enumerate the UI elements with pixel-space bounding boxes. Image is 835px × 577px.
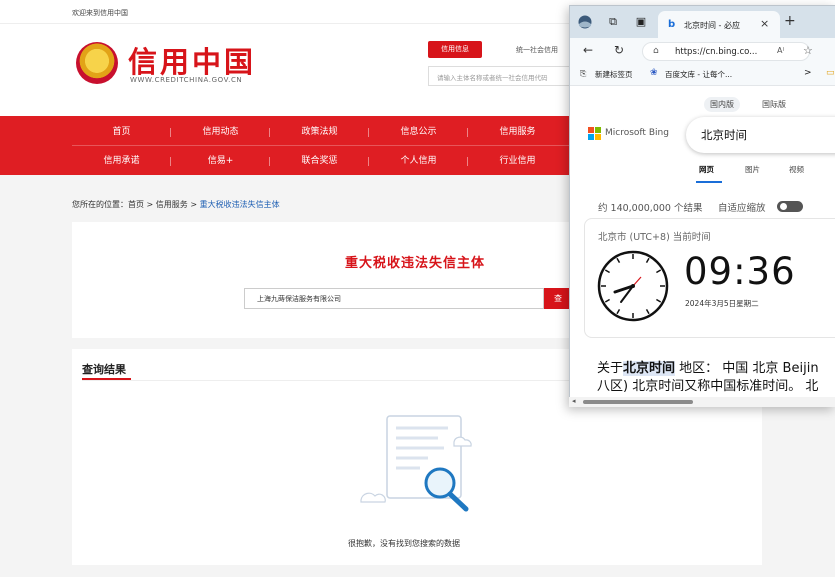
site-search-input[interactable]: 请输入主体名称或者统一社会信用代码 — [428, 66, 588, 86]
query-input[interactable]: 上海九蒔保洁服务有限公司 — [244, 288, 544, 309]
nav-item[interactable]: 首页 — [72, 118, 171, 146]
address-bar[interactable]: ⌂ https://cn.bing.co... A⁾ ☆ — [642, 42, 813, 61]
empty-result-illustration-icon — [360, 415, 472, 512]
breadcrumb-prefix: 您所在的位置： — [72, 200, 128, 209]
profile-avatar-icon[interactable] — [578, 15, 592, 29]
breadcrumb-service[interactable]: 信用服务 — [156, 200, 188, 209]
edge-browser-window[interactable]: ⧉ ▣ b 北京时间 - 必应 × + ← ↻ ⌂ https://cn.bin… — [569, 5, 835, 407]
favorite-baidu-wenku[interactable]: 百度文库 - 让每个... — [665, 69, 732, 80]
site-logo-url: WWW.CREDITCHINA.GOV.CN — [130, 76, 243, 84]
baidu-paw-icon: ❀ — [650, 68, 658, 78]
empty-result-text: 很抱歉，没有找到您搜索的数据 — [348, 539, 460, 548]
favorite-new-tab[interactable]: 新建标签页 — [595, 69, 633, 80]
favorites-more-icon[interactable]: > — [804, 68, 812, 78]
read-aloud-icon[interactable]: A⁾ — [777, 46, 784, 55]
national-emblem-icon[interactable] — [76, 42, 118, 84]
credit-china-page: 欢迎来到信用中国 信用中国 WWW.CREDITCHINA.GOV.CN 信用信… — [0, 0, 835, 577]
bing-results-page — [570, 87, 835, 406]
search-tab-credit-info[interactable]: 信用信息 — [428, 41, 482, 58]
nav-row-1: 首页 信用动态 政策法规 信息公示 信用服务 — [72, 118, 572, 146]
workspaces-icon[interactable]: ⧉ — [606, 15, 620, 29]
nav-item[interactable]: 行业信用 — [468, 147, 567, 175]
nav-item[interactable]: 个人信用 — [369, 147, 468, 175]
nav-item[interactable]: 联合奖惩 — [270, 147, 369, 175]
breadcrumb-sep: > — [144, 200, 156, 209]
folder-icon[interactable]: ▭ — [826, 68, 835, 78]
breadcrumb-current[interactable]: 重大税收违法失信主体 — [200, 200, 280, 209]
site-logo-title[interactable]: 信用中国 — [128, 39, 256, 81]
query-title: 重大税收违法失信主体 — [345, 256, 486, 271]
back-icon[interactable]: ← — [583, 43, 593, 57]
nav-divider — [72, 145, 572, 146]
breadcrumb-home[interactable]: 首页 — [128, 200, 144, 209]
browser-tab-bar: ⧉ ▣ b 北京时间 - 必应 × + — [570, 6, 835, 38]
search-tab-unified-code[interactable]: 统一社会信用 — [516, 45, 558, 55]
nav-item[interactable]: 信易+ — [171, 147, 270, 175]
address-bar-url: https://cn.bing.co... — [675, 47, 758, 57]
result-title: 查询结果 — [82, 363, 126, 376]
browser-tab-active[interactable]: b 北京时间 - 必应 × — [658, 11, 780, 38]
refresh-icon[interactable]: ↻ — [614, 43, 624, 57]
nav-item[interactable]: 政策法规 — [270, 118, 369, 146]
breadcrumb-sep: > — [187, 200, 200, 209]
breadcrumb: 您所在的位置：首页 > 信用服务 > 重大税收违法失信主体 — [72, 199, 280, 210]
bing-favicon-icon: b — [668, 19, 676, 30]
nav-item[interactable]: 信用服务 — [468, 118, 567, 146]
site-search-placeholder: 请输入主体名称或者统一社会信用代码 — [437, 74, 548, 82]
tab-title: 北京时间 - 必应 — [684, 21, 740, 30]
address-bar-row: ← ↻ ⌂ https://cn.bing.co... A⁾ ☆ — [570, 38, 835, 64]
new-tab-page-icon: ⎘ — [580, 69, 587, 78]
welcome-text: 欢迎来到信用中国 — [72, 9, 128, 17]
tab-close-icon[interactable]: × — [760, 17, 769, 30]
nav-row-2: 信用承诺 信易+ 联合奖惩 个人信用 行业信用 — [72, 147, 572, 175]
lock-icon: ⌂ — [653, 46, 659, 56]
query-input-value: 上海九蒔保洁服务有限公司 — [257, 295, 341, 303]
new-tab-button[interactable]: + — [784, 13, 796, 29]
favorite-star-icon[interactable]: ☆ — [803, 44, 813, 57]
nav-item[interactable]: 信用动态 — [171, 118, 270, 146]
nav-item[interactable]: 信息公示 — [369, 118, 468, 146]
nav-item[interactable]: 信用承诺 — [72, 147, 171, 175]
favorites-bar: ⎘ 新建标签页 ❀ 百度文库 - 让每个... > ▭ — [570, 64, 835, 86]
tab-actions-icon[interactable]: ▣ — [634, 15, 648, 29]
